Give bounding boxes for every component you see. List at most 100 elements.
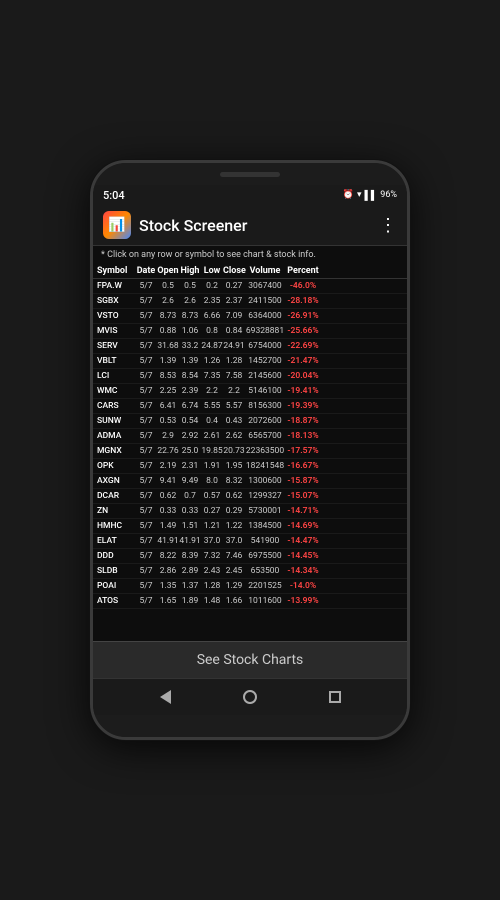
table-row[interactable]: DDD5/78.228.397.327.466975500-14.45% xyxy=(93,549,407,564)
data-cell: 2.35 xyxy=(201,296,223,306)
data-cell: 2411500 xyxy=(245,296,285,306)
data-cell: 2145600 xyxy=(245,371,285,381)
alarm-icon: ⏰ xyxy=(343,190,354,200)
battery-text: 96% xyxy=(380,190,397,200)
data-cell: 7.58 xyxy=(223,371,245,381)
table-row[interactable]: OPK5/72.192.311.911.9518241548-16.67% xyxy=(93,459,407,474)
col-percent: Percent xyxy=(285,266,321,276)
data-cell: 5/7 xyxy=(135,596,157,606)
data-cell: 5/7 xyxy=(135,551,157,561)
data-cell: 5.57 xyxy=(223,401,245,411)
table-row[interactable]: VBLT5/71.391.391.261.281452700-21.47% xyxy=(93,354,407,369)
table-row[interactable]: MVIS5/70.881.060.80.8469328881-25.66% xyxy=(93,324,407,339)
data-cell: 0.62 xyxy=(223,491,245,501)
signal-icon: ▌▌ xyxy=(365,190,378,201)
symbol-cell: VBLT xyxy=(97,356,135,366)
status-bar: 5:04 ⏰ ▾ ▌▌ 96% xyxy=(93,185,407,205)
table-row[interactable]: ADMA5/72.92.922.612.626565700-18.13% xyxy=(93,429,407,444)
data-cell: 41.91 xyxy=(179,536,201,546)
percent-cell: -15.87% xyxy=(285,476,321,486)
table-row[interactable]: MGNX5/722.7625.019.8520.7322363500-17.57… xyxy=(93,444,407,459)
data-cell: 5.55 xyxy=(201,401,223,411)
back-button[interactable] xyxy=(150,682,180,712)
percent-cell: -46.0% xyxy=(285,281,321,291)
data-cell: 5/7 xyxy=(135,506,157,516)
data-cell: 6364000 xyxy=(245,311,285,321)
data-cell: 8.39 xyxy=(179,551,201,561)
data-cell: 5/7 xyxy=(135,491,157,501)
table-row[interactable]: SUNW5/70.530.540.40.432072600-18.87% xyxy=(93,414,407,429)
data-cell: 37.0 xyxy=(201,536,223,546)
table-row[interactable]: SGBX5/72.62.62.352.372411500-28.18% xyxy=(93,294,407,309)
table-row[interactable]: ATOS5/71.651.891.481.661011600-13.99% xyxy=(93,594,407,609)
data-cell: 8.32 xyxy=(223,476,245,486)
data-cell: 5/7 xyxy=(135,356,157,366)
data-cell: 1.37 xyxy=(179,581,201,591)
table-row[interactable]: SERV5/731.6833.224.8724.916754000-22.69% xyxy=(93,339,407,354)
percent-cell: -22.69% xyxy=(285,341,321,351)
phone-bottom xyxy=(93,715,407,737)
data-cell: 22.76 xyxy=(157,446,179,456)
data-cell: 2.6 xyxy=(157,296,179,306)
percent-cell: -15.07% xyxy=(285,491,321,501)
table-row[interactable]: WMC5/72.252.392.22.25146100-19.41% xyxy=(93,384,407,399)
table-row[interactable]: CARS5/76.416.745.555.578156300-19.39% xyxy=(93,399,407,414)
data-cell: 19.85 xyxy=(201,446,223,456)
data-cell: 0.5 xyxy=(179,281,201,291)
data-cell: 1.65 xyxy=(157,596,179,606)
data-cell: 8156300 xyxy=(245,401,285,411)
data-cell: 8.53 xyxy=(157,371,179,381)
data-cell: 2.2 xyxy=(223,386,245,396)
table-row[interactable]: AXGN5/79.419.498.08.321300600-15.87% xyxy=(93,474,407,489)
percent-cell: -17.57% xyxy=(285,446,321,456)
data-cell: 2072600 xyxy=(245,416,285,426)
data-cell: 24.87 xyxy=(201,341,223,351)
col-open: Open xyxy=(157,266,179,276)
data-cell: 5/7 xyxy=(135,581,157,591)
data-cell: 0.27 xyxy=(223,281,245,291)
data-cell: 3067400 xyxy=(245,281,285,291)
data-cell: 0.8 xyxy=(201,326,223,336)
data-cell: 2.31 xyxy=(179,461,201,471)
data-cell: 0.27 xyxy=(201,506,223,516)
data-cell: 2.6 xyxy=(179,296,201,306)
percent-cell: -14.71% xyxy=(285,506,321,516)
home-button[interactable] xyxy=(235,682,265,712)
data-cell: 0.43 xyxy=(223,416,245,426)
data-cell: 6754000 xyxy=(245,341,285,351)
table-row[interactable]: VSTO5/78.738.736.667.096364000-26.91% xyxy=(93,309,407,324)
data-cell: 1.21 xyxy=(201,521,223,531)
recents-button[interactable] xyxy=(320,682,350,712)
data-cell: 1.91 xyxy=(201,461,223,471)
data-cell: 2.25 xyxy=(157,386,179,396)
data-cell: 24.91 xyxy=(223,341,245,351)
data-cell: 2.62 xyxy=(223,431,245,441)
table-row[interactable]: SLDB5/72.862.892.432.45653500-14.34% xyxy=(93,564,407,579)
percent-cell: -14.0% xyxy=(285,581,321,591)
table-row[interactable]: DCAR5/70.620.70.570.621299327-15.07% xyxy=(93,489,407,504)
data-cell: 653500 xyxy=(245,566,285,576)
data-cell: 1.29 xyxy=(223,581,245,591)
col-close: Close xyxy=(223,266,245,276)
data-cell: 5/7 xyxy=(135,386,157,396)
table-row[interactable]: LCI5/78.538.547.357.582145600-20.04% xyxy=(93,369,407,384)
data-cell: 2.61 xyxy=(201,431,223,441)
symbol-cell: AXGN xyxy=(97,476,135,486)
percent-cell: -19.39% xyxy=(285,401,321,411)
status-icons: ⏰ ▾ ▌▌ 96% xyxy=(343,190,397,201)
wifi-icon: ▾ xyxy=(357,190,362,200)
percent-cell: -25.66% xyxy=(285,326,321,336)
table-row[interactable]: HMHC5/71.491.511.211.221384500-14.69% xyxy=(93,519,407,534)
symbol-cell: DCAR xyxy=(97,491,135,501)
data-cell: 8.73 xyxy=(179,311,201,321)
table-row[interactable]: ZN5/70.330.330.270.295730001-14.71% xyxy=(93,504,407,519)
percent-cell: -16.67% xyxy=(285,461,321,471)
data-cell: 1.28 xyxy=(201,581,223,591)
data-cell: 5/7 xyxy=(135,341,157,351)
table-row[interactable]: ELAT5/741.9141.9137.037.0541900-14.47% xyxy=(93,534,407,549)
data-cell: 1300600 xyxy=(245,476,285,486)
overflow-menu-icon[interactable]: ⋮ xyxy=(379,215,397,236)
see-stock-charts-button[interactable]: See Stock Charts xyxy=(93,641,407,679)
table-row[interactable]: FPA.W5/70.50.50.20.273067400-46.0% xyxy=(93,279,407,294)
table-row[interactable]: POAI5/71.351.371.281.292201525-14.0% xyxy=(93,579,407,594)
